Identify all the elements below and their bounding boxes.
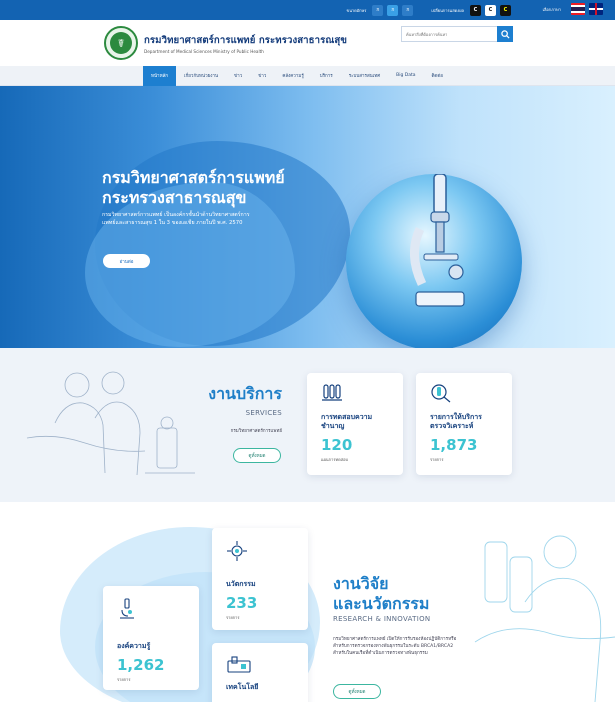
hero-read-more-button[interactable]: อ่านต่อ — [103, 254, 150, 268]
hero-title-line1: กรมวิทยาศาสตร์การแพทย์ — [102, 168, 285, 187]
researcher-line-art — [474, 535, 615, 702]
org-name-thai: กรมวิทยาศาสตร์การแพทย์ กระทรวงสาธารณสุข — [144, 34, 347, 46]
contrast-normal-button[interactable]: C — [485, 4, 496, 16]
nav-news-2[interactable]: ข่าว — [250, 66, 274, 86]
thai-flag-icon[interactable] — [571, 3, 585, 15]
dms-logo[interactable]: ☤ — [104, 26, 138, 60]
research-card-knowledge[interactable]: องค์ความรู้ 1,262 รายการ — [103, 586, 199, 690]
lab-test-icon — [322, 384, 342, 401]
org-name: กรมวิทยาศาสตร์การแพทย์ กระทรวงสาธารณสุข … — [144, 33, 347, 54]
microscope-illustration — [410, 174, 465, 307]
card-title: เทคโนโลยี — [226, 683, 259, 691]
services-heading: งานบริการ SERVICES กรมวิทยาศาสตร์การแพทย… — [208, 382, 282, 434]
services-view-all-button[interactable]: ดูทั้งหมด — [233, 448, 281, 463]
research-title-line1: งานวิจัย — [333, 574, 389, 593]
language-switcher: เลือกภาษา — [543, 3, 603, 15]
scientists-line-art — [26, 371, 195, 476]
card-value: 1,262 — [117, 656, 165, 674]
service-card-proficiency[interactable]: การทดสอบความชำนาญ 120 แผนการทดสอบ — [307, 373, 403, 475]
service-card-analysis[interactable]: รายการให้บริการตรวจวิเคราะห์ 1,873 รายกา… — [416, 373, 512, 475]
card-value: 120 — [321, 436, 353, 454]
main-navigation: หน้าหลัก เกี่ยวกับหน่วยงาน ข่าว ข่าว คลั… — [0, 65, 615, 86]
card-unit: รายการ — [117, 677, 131, 682]
uk-flag-icon[interactable] — [589, 3, 603, 15]
caduceus-icon: ☤ — [110, 32, 132, 54]
card-title: นวัตกรรม — [226, 580, 256, 588]
language-label: เลือกภาษา — [542, 6, 561, 12]
card-title: การทดสอบความชำนาญ — [321, 413, 373, 430]
search-input[interactable] — [401, 26, 497, 42]
hero-banner: กรมวิทยาศาสตร์การแพทย์ กระทรวงสาธารณสุข … — [0, 86, 615, 348]
card-unit: รายการ — [226, 615, 240, 620]
research-card-innovation[interactable]: นวัตกรรม 233 รายการ — [212, 528, 308, 630]
hero-subtitle: กรมวิทยาศาสตร์การแพทย์ เป็นองค์กรชั้นนำด… — [102, 212, 250, 226]
search-icon — [500, 29, 510, 39]
nav-knowledge[interactable]: คลังความรู้ — [274, 66, 311, 86]
card-title: องค์ความรู้ — [117, 642, 151, 650]
research-card-technology[interactable]: เทคโนโลยี — [212, 643, 308, 702]
innovation-icon — [227, 541, 247, 561]
research-section: นวัตกรรม 233 รายการ องค์ความรู้ 1,262 รา… — [0, 502, 615, 702]
card-unit: รายการ — [430, 457, 444, 462]
nav-news[interactable]: ข่าว — [226, 66, 250, 86]
services-title: งานบริการ — [208, 384, 282, 403]
research-title-line2: และนวัตกรรม — [333, 594, 430, 613]
research-view-all-button[interactable]: ดูทั้งหมด — [333, 684, 381, 699]
nav-home[interactable]: หน้าหลัก — [143, 65, 177, 86]
nav-about[interactable]: เกี่ยวกับหน่วยงาน — [176, 66, 226, 86]
top-utility-bar: ขนาดอักษร ก ก ก เปลี่ยนการแสดงผล C C C เ… — [0, 0, 615, 20]
research-description: กรมวิทยาศาสตร์การแพทย์ เปิดให้การรับรองห… — [333, 637, 457, 657]
font-size-label: ขนาดอักษร — [346, 7, 367, 13]
font-size-small-button[interactable]: ก — [372, 4, 384, 16]
contrast-dark-button[interactable]: C — [470, 4, 481, 16]
card-value: 233 — [226, 594, 258, 612]
services-title-en: SERVICES — [245, 409, 282, 417]
search-box — [401, 26, 513, 42]
search-button[interactable] — [497, 26, 513, 42]
research-title: งานวิจัย และนวัตกรรม — [333, 574, 429, 614]
site-header: ☤ กรมวิทยาศาสตร์การแพทย์ กระทรวงสาธารณสุ… — [0, 20, 615, 66]
card-title: รายการให้บริการตรวจวิเคราะห์ — [430, 413, 482, 430]
services-section: งานบริการ SERVICES กรมวิทยาศาสตร์การแพทย… — [0, 348, 615, 502]
services-description: กรมวิทยาศาสตร์การแพทย์ — [230, 429, 282, 434]
microscope-icon — [120, 598, 134, 619]
font-size-medium-button[interactable]: ก — [387, 4, 399, 16]
nav-contact[interactable]: ติดต่อ — [424, 66, 451, 86]
contrast-label: เปลี่ยนการแสดงผล — [431, 7, 464, 13]
org-name-english: Department of Medical Sciences Ministry … — [144, 48, 264, 54]
technology-icon — [227, 656, 251, 673]
hero-title: กรมวิทยาศาสตร์การแพทย์ กระทรวงสาธารณสุข — [102, 168, 342, 208]
font-size-large-button[interactable]: ก — [402, 4, 414, 16]
hero-title-line2: กระทรวงสาธารณสุข — [102, 188, 247, 207]
research-title-en: RESEARCH & INNOVATION — [333, 615, 431, 623]
nav-information-systems[interactable]: ระบบสารสนเทศ — [341, 66, 388, 86]
nav-services[interactable]: บริการ — [312, 66, 341, 86]
analysis-icon — [431, 384, 451, 403]
contrast-yellow-button[interactable]: C — [500, 4, 511, 16]
card-value: 1,873 — [430, 436, 478, 454]
nav-big-data[interactable]: Big Data — [388, 66, 423, 86]
card-unit: แผนการทดสอบ — [321, 457, 349, 462]
